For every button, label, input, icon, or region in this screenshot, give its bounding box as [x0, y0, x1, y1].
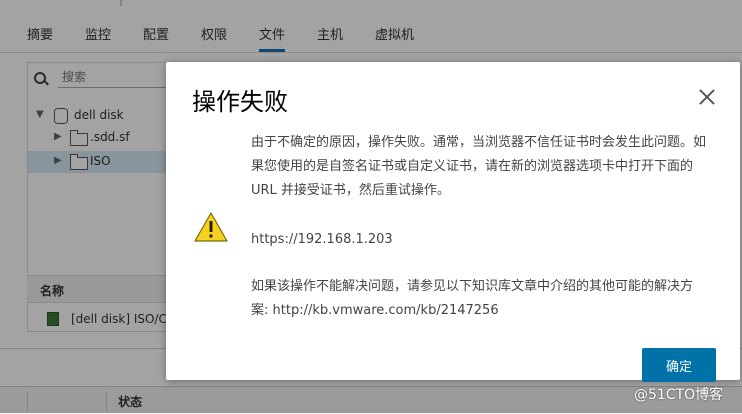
watermark: @51CTO博客 [634, 387, 724, 403]
warning-icon [194, 212, 228, 242]
dialog-title: 操作失败 [192, 88, 288, 116]
message-line: URL 并接受证书，然后重试操作。 [251, 183, 450, 198]
certificate-url: https://192.168.1.203 [251, 232, 393, 247]
error-dialog: 操作失败 由于不确定的原因，操作失败。通常，当浏览器不信任证书时会发生此问题。如… [166, 62, 740, 382]
help-line: 如果该操作不能解决问题，请参见以下知识库文章中介绍的其他可能的解决方 [251, 279, 694, 294]
help-line: 案: http://kb.vmware.com/kb/2147256 [251, 303, 499, 318]
message-line: 由于不确定的原因，操作失败。通常，当浏览器不信任证书时会发生此问题。如 [251, 135, 707, 150]
close-icon[interactable] [696, 86, 718, 108]
confirm-button[interactable]: 确定 [642, 348, 716, 382]
message-line: 果您使用的是自签名证书或自定义证书，请在新的浏览器选项卡中打开下面的 [251, 159, 694, 174]
